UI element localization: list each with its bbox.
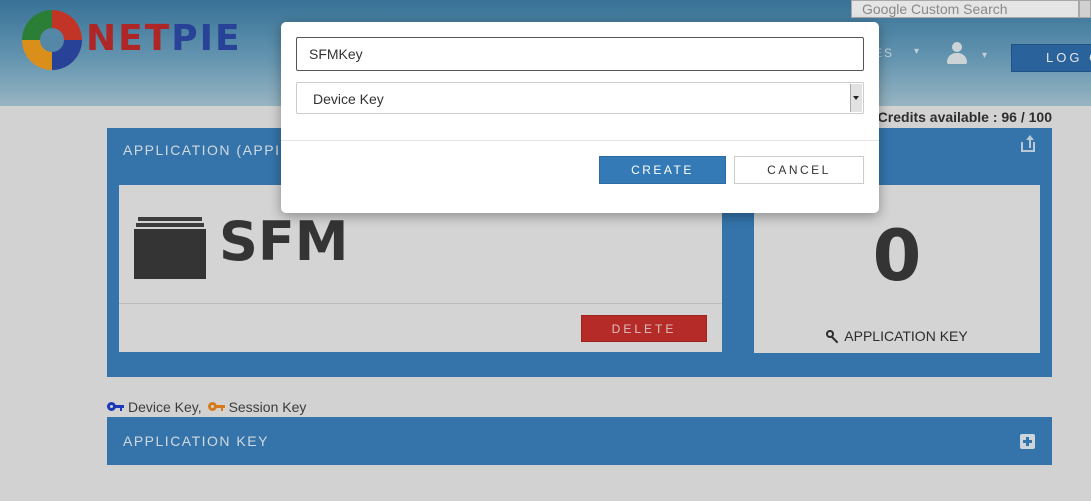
chevron-down-icon[interactable] [850, 84, 862, 112]
create-button[interactable]: CREATE [599, 156, 726, 184]
key-type-select[interactable]: Device Key [296, 82, 864, 114]
key-type-selected-value: Device Key [313, 91, 384, 107]
cancel-button[interactable]: CANCEL [734, 156, 864, 184]
create-key-dialog: Device Key CREATE CANCEL [281, 22, 879, 213]
modal-divider [281, 140, 879, 141]
key-name-input[interactable] [296, 37, 864, 71]
